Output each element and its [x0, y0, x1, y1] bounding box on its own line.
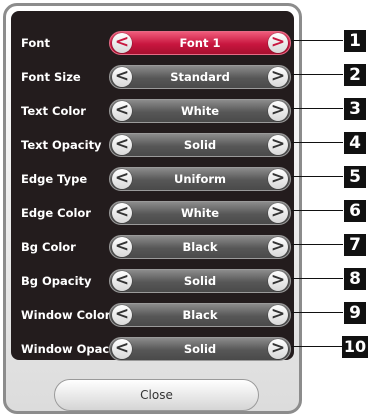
chevron-right-icon[interactable]: >	[268, 101, 288, 121]
callout-leader-line	[291, 278, 343, 279]
callout-marker-3: 3	[344, 98, 366, 120]
chevron-left-icon[interactable]: <	[112, 305, 132, 325]
close-button[interactable]: Close	[54, 379, 259, 411]
chevron-left-icon[interactable]: <	[112, 203, 132, 223]
chevron-left-icon[interactable]: <	[112, 169, 132, 189]
setting-label: Edge Type	[21, 172, 88, 186]
chevron-left-icon[interactable]: <	[112, 339, 132, 359]
callout-leader-line	[291, 74, 343, 75]
chevron-left-icon[interactable]: <	[112, 33, 132, 53]
setting-row-bg-opacity: Bg Opacity < Solid >	[11, 269, 294, 293]
chevron-left-icon[interactable]: <	[112, 135, 132, 155]
setting-label: Font Size	[21, 70, 81, 84]
callout-marker-7: 7	[344, 234, 366, 256]
setting-label: Window Color	[21, 308, 111, 322]
callout-marker-1: 1	[344, 30, 366, 52]
setting-value: Black	[182, 308, 218, 322]
settings-panel: Font < Font 1 > Font Size < Standard > T…	[11, 11, 294, 361]
callout-leader-line	[291, 176, 343, 177]
chevron-right-icon[interactable]: >	[268, 237, 288, 257]
setting-value: Standard	[170, 70, 230, 84]
setting-row-font-size: Font Size < Standard >	[11, 65, 294, 89]
chevron-right-icon[interactable]: >	[268, 135, 288, 155]
setting-row-text-color: Text Color < White >	[11, 99, 294, 123]
setting-value: Solid	[183, 342, 217, 356]
callout-marker-9: 9	[344, 302, 366, 324]
callout-marker-2: 2	[344, 64, 366, 86]
chevron-right-icon[interactable]: >	[268, 67, 288, 87]
chevron-right-icon[interactable]: >	[268, 305, 288, 325]
callout-marker-10: 10	[342, 336, 368, 358]
caption-settings-dialog: Font < Font 1 > Font Size < Standard > T…	[3, 3, 302, 414]
setting-row-window-color: Window Color < Black >	[11, 303, 294, 327]
setting-row-bg-color: Bg Color < Black >	[11, 235, 294, 259]
setting-label: Bg Color	[21, 240, 76, 254]
setting-row-font: Font < Font 1 >	[11, 31, 294, 55]
setting-value: Black	[182, 240, 218, 254]
chevron-right-icon[interactable]: >	[268, 339, 288, 359]
setting-value: Uniform	[173, 172, 227, 186]
setting-value: White	[180, 206, 220, 220]
bg-color-selector[interactable]: < Black >	[109, 235, 291, 259]
font-size-selector[interactable]: < Standard >	[109, 65, 291, 89]
text-opacity-selector[interactable]: < Solid >	[109, 133, 291, 157]
callout-marker-8: 8	[344, 268, 366, 290]
setting-label: Edge Color	[21, 206, 91, 220]
setting-row-edge-color: Edge Color < White >	[11, 201, 294, 225]
edge-type-selector[interactable]: < Uniform >	[109, 167, 291, 191]
bg-opacity-selector[interactable]: < Solid >	[109, 269, 291, 293]
setting-row-text-opacity: Text Opacity < Solid >	[11, 133, 294, 157]
setting-label: Font	[21, 36, 50, 50]
setting-label: Text Color	[21, 104, 86, 118]
callout-leader-line	[291, 40, 343, 41]
chevron-left-icon[interactable]: <	[112, 237, 132, 257]
callout-leader-line	[291, 108, 343, 109]
callout-leader-line	[291, 244, 343, 245]
setting-label: Text Opacity	[21, 138, 102, 152]
setting-row-window-opacity: Window Opacity < Solid >	[11, 337, 294, 361]
window-opacity-selector[interactable]: < Solid >	[109, 337, 291, 361]
chevron-left-icon[interactable]: <	[112, 271, 132, 291]
setting-label: Bg Opacity	[21, 274, 92, 288]
chevron-right-icon[interactable]: >	[268, 33, 288, 53]
callout-marker-6: 6	[344, 200, 366, 222]
setting-value: White	[180, 104, 220, 118]
chevron-right-icon[interactable]: >	[268, 169, 288, 189]
setting-row-edge-type: Edge Type < Uniform >	[11, 167, 294, 191]
window-color-selector[interactable]: < Black >	[109, 303, 291, 327]
chevron-left-icon[interactable]: <	[112, 101, 132, 121]
callout-leader-line	[291, 210, 343, 211]
callout-marker-4: 4	[344, 132, 366, 154]
callout-leader-line	[291, 312, 343, 313]
setting-value: Solid	[183, 274, 217, 288]
callout-marker-5: 5	[344, 166, 366, 188]
font-selector[interactable]: < Font 1 >	[109, 31, 291, 55]
setting-value: Font 1	[179, 36, 221, 50]
chevron-left-icon[interactable]: <	[112, 67, 132, 87]
text-color-selector[interactable]: < White >	[109, 99, 291, 123]
edge-color-selector[interactable]: < White >	[109, 201, 291, 225]
callout-leader-line	[291, 142, 343, 143]
setting-value: Solid	[183, 138, 217, 152]
callout-leader-line	[291, 346, 343, 347]
chevron-right-icon[interactable]: >	[268, 203, 288, 223]
chevron-right-icon[interactable]: >	[268, 271, 288, 291]
